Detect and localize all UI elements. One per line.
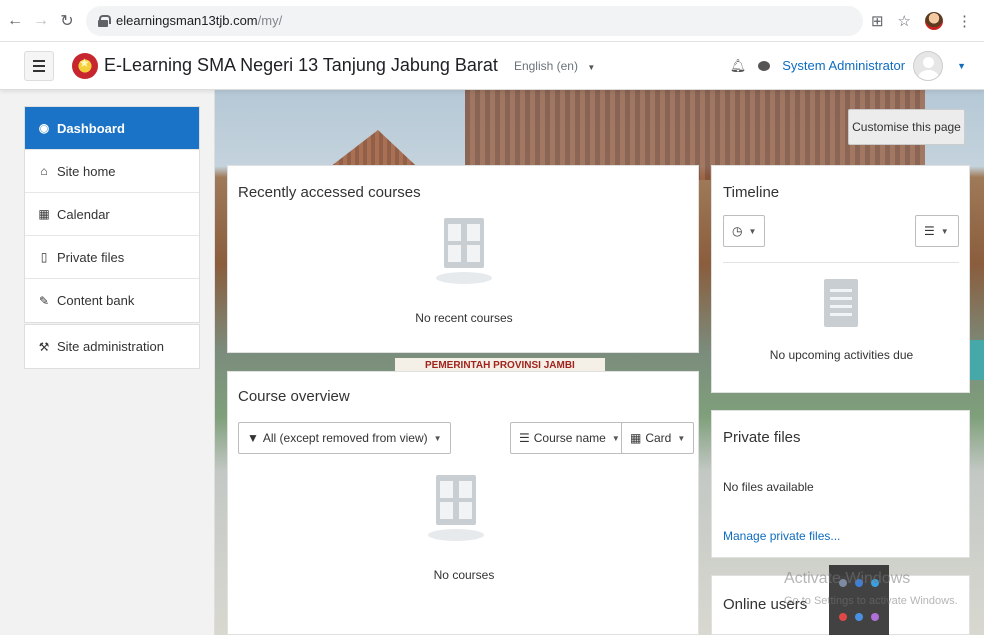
bookmark-star-icon[interactable]: ☆ xyxy=(898,12,911,30)
timeline-empty-icon xyxy=(824,279,858,327)
browser-toolbar: ← → ↻ elearningsman13tjb.com/my/ ⊞ ☆ ⋮ xyxy=(0,0,984,42)
calendar-icon: ▦ xyxy=(38,207,50,221)
course-sort-label: Course name xyxy=(533,431,606,445)
recent-courses-title: Recently accessed courses xyxy=(238,184,421,201)
customise-page-button[interactable]: Customise this page xyxy=(848,109,965,145)
empty-courses-icon xyxy=(436,218,492,288)
brush-icon: ✎ xyxy=(38,293,50,308)
hamburger-menu-button[interactable] xyxy=(24,50,54,81)
course-overview-title: Course overview xyxy=(238,388,350,405)
sidebar-item-site-home[interactable]: ⌂ Site home xyxy=(25,150,199,193)
more-menu-icon[interactable]: ⋮ xyxy=(957,12,972,30)
private-files-block: Private files No files available Manage … xyxy=(711,410,970,558)
profile-avatar-icon[interactable] xyxy=(925,11,943,30)
home-icon: ⌂ xyxy=(40,164,48,178)
clock-icon: ◷ xyxy=(732,224,743,238)
user-name[interactable]: System Administrator xyxy=(782,58,905,73)
translate-icon[interactable]: ⊞ xyxy=(871,12,884,30)
timeline-filter-dropdown[interactable]: ◷ ▼ xyxy=(723,215,765,247)
wrench-icon: ⚒ xyxy=(38,339,50,354)
sidebar-item-private-files[interactable]: ▯ Private files xyxy=(25,236,199,279)
course-sort-dropdown[interactable]: ☰ Course name ▼ xyxy=(510,422,629,454)
private-files-empty-text: No files available xyxy=(723,480,814,494)
forward-icon[interactable]: → xyxy=(30,10,52,32)
sort-icon: ☰ xyxy=(519,431,530,445)
avatar[interactable] xyxy=(913,50,944,81)
course-view-dropdown[interactable]: ▦ Card ▼ xyxy=(621,422,695,454)
sidebar-item-label: Calendar xyxy=(57,206,110,222)
language-label: English (en) xyxy=(513,58,578,73)
reload-icon[interactable]: ↻ xyxy=(56,10,78,32)
address-bar[interactable]: elearningsman13tjb.com/my/ xyxy=(86,5,863,36)
sort-icon: ☰ xyxy=(924,224,935,238)
online-users-title: Online users xyxy=(723,596,808,613)
tray-security-icon[interactable] xyxy=(839,613,847,621)
bell-icon[interactable]: 🔔︎ xyxy=(730,58,747,74)
grid-icon: ▦ xyxy=(630,431,642,445)
lock-icon xyxy=(98,14,111,27)
course-filter-label: All (except removed from view) xyxy=(262,431,428,445)
site-name[interactable]: E-Learning SMA Negeri 13 Tanjung Jabung … xyxy=(104,55,498,76)
url-path: /my/ xyxy=(257,13,283,28)
chevron-down-icon: ▼ xyxy=(433,433,442,443)
chevron-down-icon: ▼ xyxy=(748,226,757,236)
filter-icon: ▼ xyxy=(247,431,259,445)
system-tray-popup xyxy=(829,565,889,635)
school-logo-icon[interactable] xyxy=(72,52,98,79)
private-files-title: Private files xyxy=(723,429,801,446)
course-filter-dropdown[interactable]: ▼ All (except removed from view) ▼ xyxy=(238,422,451,454)
course-overview-empty-text: No courses xyxy=(433,568,495,582)
tray-bluetooth-icon[interactable] xyxy=(855,579,863,587)
sidebar-item-label: Content bank xyxy=(57,293,135,308)
timeline-sort-dropdown[interactable]: ☰ ▼ xyxy=(915,215,959,247)
sidebar-item-content-bank[interactable]: ✎ Content bank xyxy=(25,279,199,322)
tray-network-icon[interactable] xyxy=(871,579,879,587)
sidebar-item-label: Site administration xyxy=(57,339,164,354)
timeline-block: Timeline ◷ ▼ ☰ ▼ No upcoming activities du… xyxy=(711,165,970,393)
sidebar-item-label: Private files xyxy=(57,249,125,265)
sidebar-item-label: Dashboard xyxy=(57,120,125,136)
site-navbar: E-Learning SMA Negeri 13 Tanjung Jabung … xyxy=(0,42,984,90)
tray-pen-icon[interactable] xyxy=(871,613,879,621)
chevron-down-icon: ▼ xyxy=(611,433,620,443)
file-icon: ▯ xyxy=(40,250,48,264)
sidebar-item-calendar[interactable]: ▦ Calendar xyxy=(25,193,199,236)
recent-courses-block: Recently accessed courses No recent cour… xyxy=(227,165,699,353)
language-menu[interactable]: English (en) ▼ xyxy=(514,59,595,73)
course-overview-block: Course overview ▼ All (except removed fro… xyxy=(227,371,699,635)
timeline-empty-text: No upcoming activities due xyxy=(769,348,914,362)
sidebar-admin-group: ⚒ Site administration xyxy=(24,324,200,369)
chat-icon[interactable] xyxy=(758,60,771,71)
chevron-down-icon: ▼ xyxy=(940,226,949,236)
back-icon[interactable]: ← xyxy=(4,10,26,32)
dashboard-icon: ◉ xyxy=(38,121,50,135)
tray-defender-icon[interactable] xyxy=(855,613,863,621)
sidebar-item-dashboard[interactable]: ◉ Dashboard xyxy=(25,107,199,150)
chevron-down-icon: ▼ xyxy=(677,433,686,443)
empty-courses-icon xyxy=(428,475,484,545)
tray-app-icon[interactable] xyxy=(839,579,847,587)
sidebar-nav-group: ◉ Dashboard ⌂ Site home ▦ Calendar ▯ Pri… xyxy=(24,106,200,323)
chevron-down-icon: ▼ xyxy=(587,62,596,72)
manage-private-files-link[interactable]: Manage private files... xyxy=(723,529,840,543)
course-view-label: Card xyxy=(645,431,672,445)
user-menu-chevron-icon[interactable]: ▼ xyxy=(957,61,966,71)
sidebar-item-label: Site home xyxy=(57,163,116,179)
sidebar: ◉ Dashboard ⌂ Site home ▦ Calendar ▯ Pri… xyxy=(0,90,215,635)
recent-courses-empty-text: No recent courses xyxy=(415,311,513,325)
url-domain: elearningsman13tjb.com xyxy=(116,13,258,28)
timeline-divider xyxy=(723,262,959,263)
sidebar-item-site-administration[interactable]: ⚒ Site administration xyxy=(25,325,199,368)
timeline-title: Timeline xyxy=(723,184,780,201)
